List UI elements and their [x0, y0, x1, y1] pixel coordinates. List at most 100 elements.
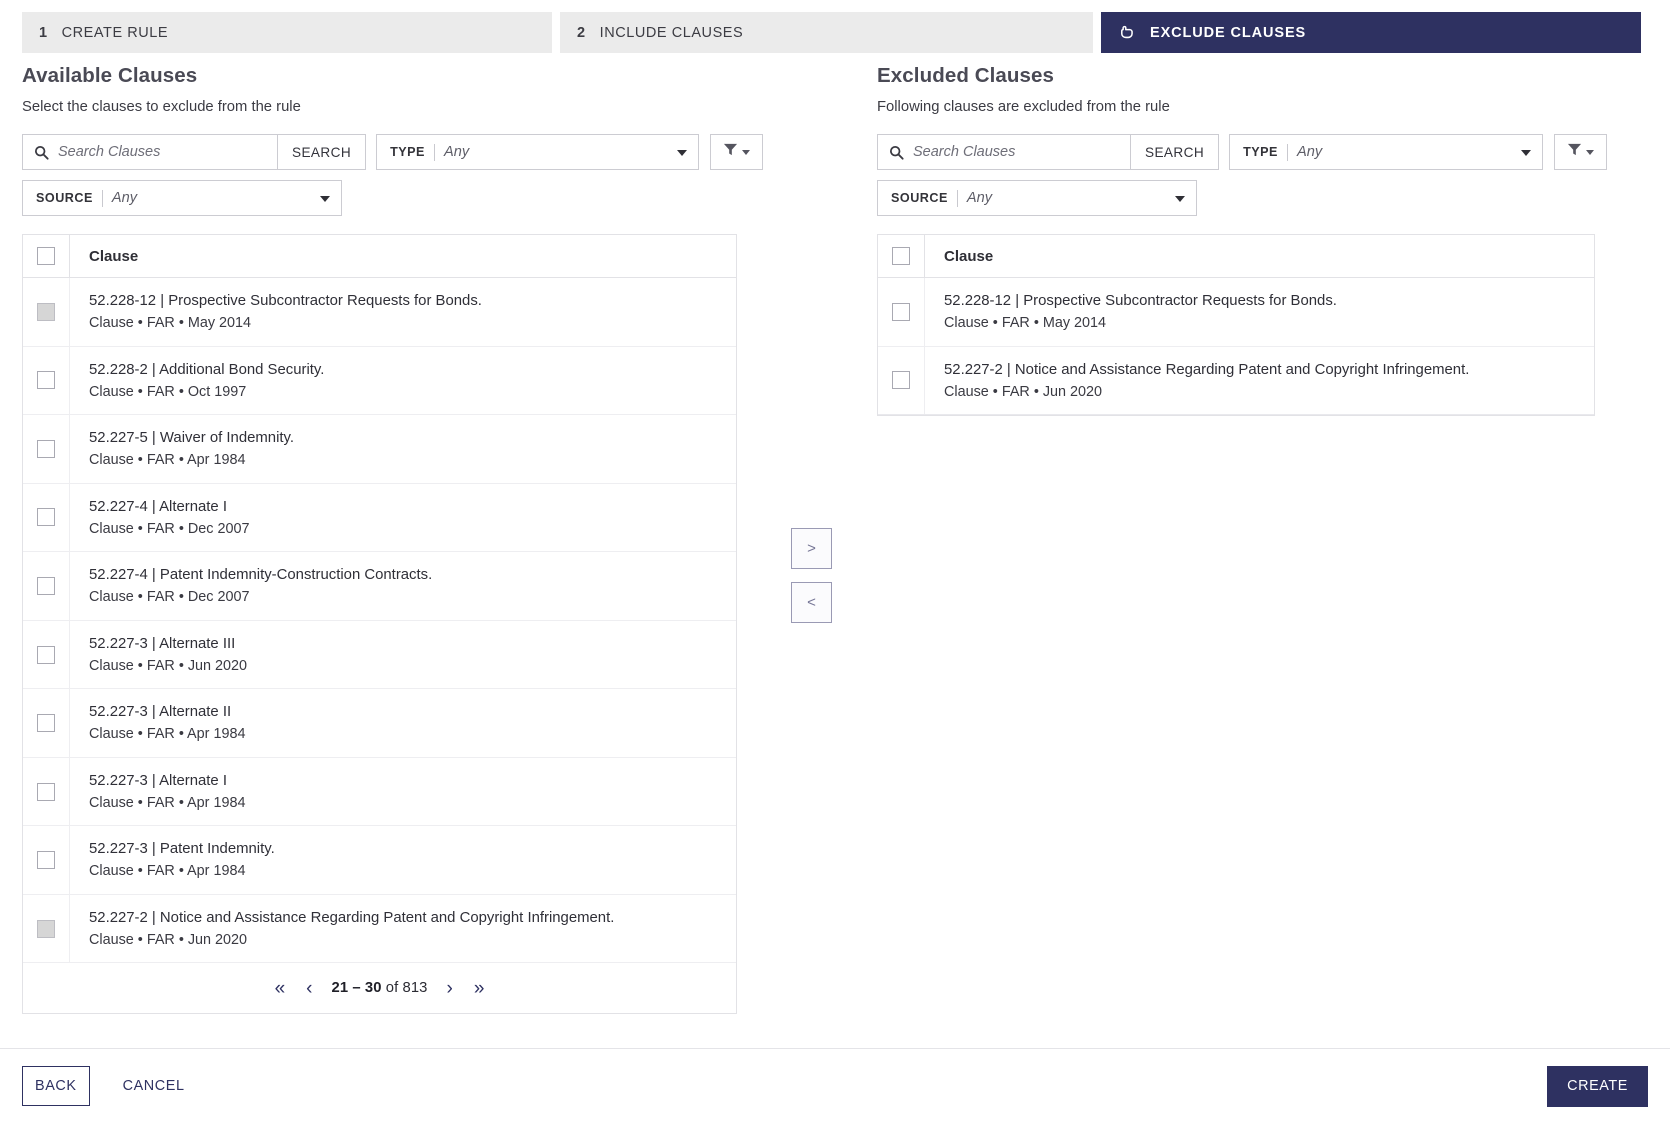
step-number: 2 [577, 24, 586, 41]
clause-meta: Clause • FAR • Dec 2007 [89, 589, 250, 606]
table-row[interactable]: 52.227-2 | Notice and Assistance Regardi… [878, 346, 1594, 416]
row-checkbox [37, 919, 55, 938]
available-search-button[interactable]: SEARCH [278, 134, 367, 170]
field-divider [433, 143, 435, 161]
row-checkbox[interactable] [37, 851, 55, 870]
table-row[interactable]: 52.227-5 | Waiver of Indemnity. Clause •… [23, 415, 736, 484]
table-row[interactable]: 52.227-3 | Alternate I Clause • FAR • Ap… [23, 757, 736, 827]
row-checkbox[interactable] [37, 508, 55, 527]
row-content: 52.227-4 | Alternate I Clause • FAR • De… [70, 484, 263, 552]
excluded-type-value: Any [1296, 144, 1323, 160]
table-row[interactable]: 52.227-2 | Notice and Assistance Regardi… [23, 894, 736, 964]
row-checkbox[interactable] [892, 302, 910, 321]
table-row[interactable]: 52.228-12 | Prospective Subcontractor Re… [878, 278, 1594, 347]
row-content: 52.228-2 | Additional Bond Security. Cla… [70, 347, 338, 415]
row-checkbox[interactable] [37, 714, 55, 733]
available-type-value: Any [443, 144, 470, 160]
move-to-available-button[interactable]: < [791, 582, 832, 623]
excluded-panel-subtitle: Following clauses are excluded from the … [877, 99, 1170, 115]
clause-title: 52.227-4 | Patent Indemnity-Construction… [89, 567, 433, 584]
available-clauses-table: Clause 52.228-12 | Prospective Subcontra… [22, 234, 737, 1015]
row-content: 52.227-3 | Alternate II Clause • FAR • A… [70, 689, 259, 757]
available-select-all-checkbox[interactable] [37, 247, 55, 265]
step-include-clauses[interactable]: 2 INCLUDE CLAUSES [560, 12, 1093, 53]
table-row[interactable]: 52.228-12 | Prospective Subcontractor Re… [23, 278, 736, 347]
chevron-down-icon [1586, 149, 1595, 155]
row-checkbox[interactable] [37, 576, 55, 595]
excluded-search-input[interactable] [911, 143, 1121, 161]
row-checkbox[interactable] [892, 371, 910, 390]
available-search-input[interactable] [56, 143, 268, 161]
clause-meta: Clause • FAR • Oct 1997 [89, 383, 247, 400]
available-source-label: SOURCE [36, 191, 93, 205]
available-filter-button[interactable] [710, 134, 764, 170]
row-checkbox[interactable] [37, 645, 55, 664]
clause-title: 52.227-3 | Alternate III [89, 635, 236, 652]
footer-action-bar: BACK CANCEL CREATE [0, 1049, 1670, 1123]
excluded-filter-button[interactable] [1554, 134, 1608, 170]
row-checkbox-cell [878, 278, 925, 346]
transfer-button-group: > < [791, 528, 832, 623]
row-content: 52.227-3 | Patent Indemnity. Clause • FA… [70, 826, 289, 894]
excluded-search-button[interactable]: SEARCH [1131, 134, 1220, 170]
excluded-table-header: Clause [878, 235, 1594, 278]
row-content: 52.228-12 | Prospective Subcontractor Re… [70, 278, 496, 346]
available-source-dropdown[interactable]: SOURCE Any [22, 180, 342, 216]
field-divider [956, 189, 958, 207]
step-exclude-clauses[interactable]: EXCLUDE CLAUSES [1101, 12, 1641, 53]
chevron-down-icon [1175, 196, 1185, 202]
clause-meta: Clause • FAR • Jun 2020 [89, 932, 248, 949]
available-table-header: Clause [23, 235, 736, 278]
available-search-box[interactable] [22, 134, 278, 170]
clause-meta: Clause • FAR • Apr 1984 [89, 726, 246, 743]
next-page-button[interactable]: › [445, 979, 455, 998]
row-checkbox[interactable] [37, 782, 55, 801]
step-create-rule[interactable]: 1 CREATE RULE [22, 12, 552, 53]
row-checkbox-cell [23, 620, 70, 689]
available-select-all-cell [23, 235, 70, 277]
clause-title: 52.227-3 | Patent Indemnity. [89, 841, 275, 858]
row-checkbox-cell [23, 689, 70, 757]
table-row[interactable]: 52.227-3 | Alternate II Clause • FAR • A… [23, 689, 736, 758]
excluded-type-dropdown[interactable]: TYPE Any [1229, 134, 1544, 170]
excluded-source-value: Any [966, 190, 993, 206]
available-type-dropdown[interactable]: TYPE Any [376, 134, 700, 170]
excluded-search-group: SEARCH [877, 134, 1220, 170]
back-button[interactable]: BACK [22, 1066, 90, 1106]
excluded-source-dropdown[interactable]: SOURCE Any [877, 180, 1197, 216]
table-row[interactable]: 52.228-2 | Additional Bond Security. Cla… [23, 346, 736, 416]
row-checkbox[interactable] [37, 439, 55, 458]
excluded-select-all-checkbox[interactable] [892, 247, 910, 265]
search-icon [889, 145, 904, 160]
row-content: 52.228-12 | Prospective Subcontractor Re… [925, 278, 1351, 346]
excluded-search-box[interactable] [877, 134, 1131, 170]
available-pagination: « ‹ 21 – 30 of 813 › » [23, 963, 736, 1013]
table-row[interactable]: 52.227-3 | Patent Indemnity. Clause • FA… [23, 826, 736, 895]
row-checkbox-cell [23, 483, 70, 552]
wizard-stepper: 1 CREATE RULE 2 INCLUDE CLAUSES EXCLUDE … [0, 0, 1670, 53]
last-page-button[interactable]: » [472, 979, 487, 998]
dual-list-panels: Available Clauses Select the clauses to … [0, 53, 1670, 1015]
create-button[interactable]: CREATE [1547, 1065, 1648, 1107]
table-row[interactable]: 52.227-4 | Alternate I Clause • FAR • De… [23, 483, 736, 553]
available-clauses-panel: Available Clauses Select the clauses to … [22, 53, 773, 1015]
row-checkbox [37, 302, 55, 321]
table-row[interactable]: 52.227-3 | Alternate III Clause • FAR • … [23, 620, 736, 690]
move-to-excluded-button[interactable]: > [791, 528, 832, 569]
pagination-range: 21 – 30 [331, 980, 382, 997]
clause-meta: Clause • FAR • Apr 1984 [89, 794, 246, 811]
funnel-icon [723, 142, 738, 162]
first-page-button[interactable]: « [273, 979, 288, 998]
table-row[interactable]: 52.227-4 | Patent Indemnity-Construction… [23, 552, 736, 621]
transfer-controls: > < [773, 53, 877, 1014]
excluded-column-header: Clause [944, 247, 994, 265]
available-filter-bar: SEARCH TYPE Any [22, 134, 773, 216]
previous-page-button[interactable]: ‹ [304, 979, 314, 998]
pagination-status: 21 – 30 of 813 [331, 980, 427, 996]
row-content: 52.227-2 | Notice and Assistance Regardi… [70, 895, 628, 963]
row-checkbox[interactable] [37, 371, 55, 390]
cancel-button[interactable]: CANCEL [115, 1072, 193, 1100]
clause-title: 52.227-3 | Alternate I [89, 772, 227, 789]
clause-meta: Clause • FAR • Apr 1984 [89, 452, 246, 469]
chevron-down-icon [320, 196, 330, 202]
